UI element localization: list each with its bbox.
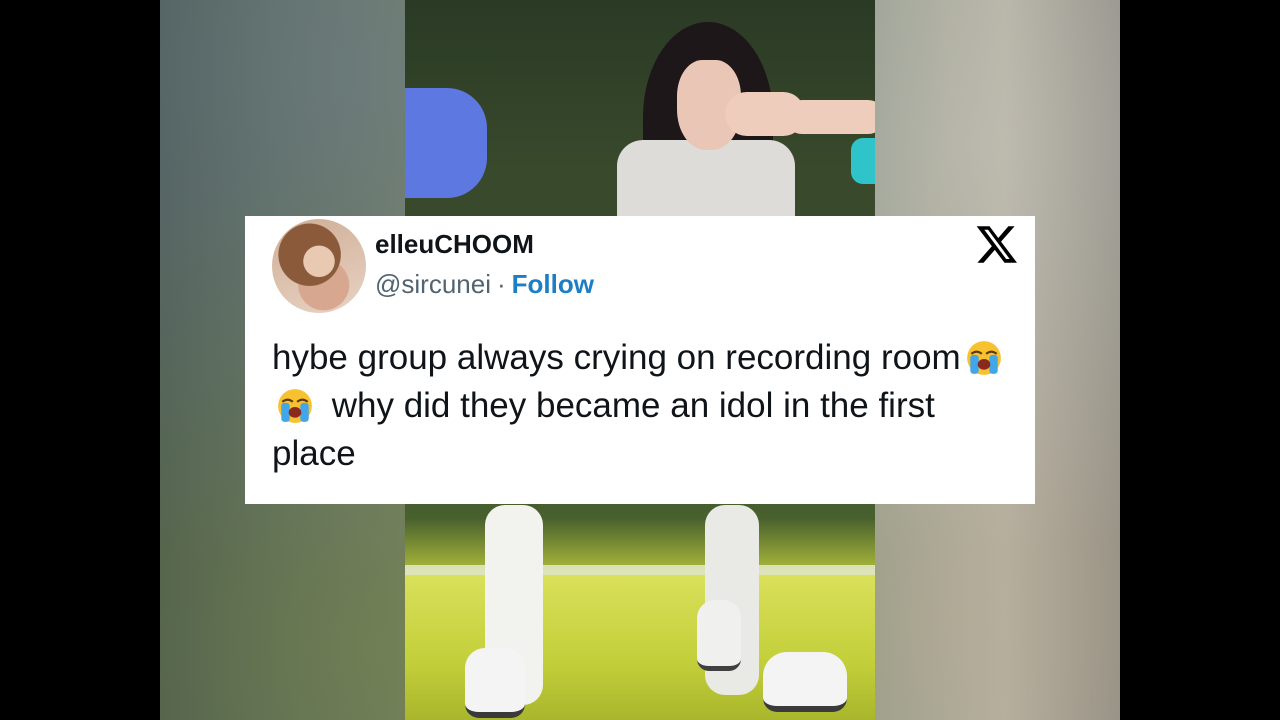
x-logo-icon[interactable]: [975, 222, 1019, 266]
handle-row: @sircunei · Follow: [375, 269, 594, 300]
tweet-text: hybe group always crying on recording ro…: [272, 334, 1022, 478]
tweet-text-part2: why did they became an idol in the first…: [272, 386, 935, 473]
loudly-crying-face-icon: [966, 341, 1001, 375]
stage-edge: [405, 565, 875, 575]
loudly-crying-face-icon: [278, 389, 312, 423]
display-name[interactable]: elleuCHOOM: [375, 229, 534, 260]
dancer-hand: [725, 92, 805, 136]
follow-button[interactable]: Follow: [512, 269, 594, 299]
separator-dot: ·: [496, 269, 506, 299]
cyan-sleeve: [851, 138, 875, 184]
tweet-text-part1: hybe group always crying on recording ro…: [272, 338, 961, 377]
dancer-shoe-left: [465, 648, 525, 718]
user-handle[interactable]: @sircunei: [375, 269, 491, 299]
avatar[interactable]: [272, 219, 366, 313]
dancer-shoe-right: [763, 652, 847, 712]
dancer-shoe-back: [697, 600, 741, 671]
blue-sleeve: [405, 88, 487, 198]
tweet-card: elleuCHOOM @sircunei · Follow hybe group a…: [245, 216, 1035, 504]
video-frame: elleuCHOOM @sircunei · Follow hybe group a…: [0, 0, 1280, 720]
